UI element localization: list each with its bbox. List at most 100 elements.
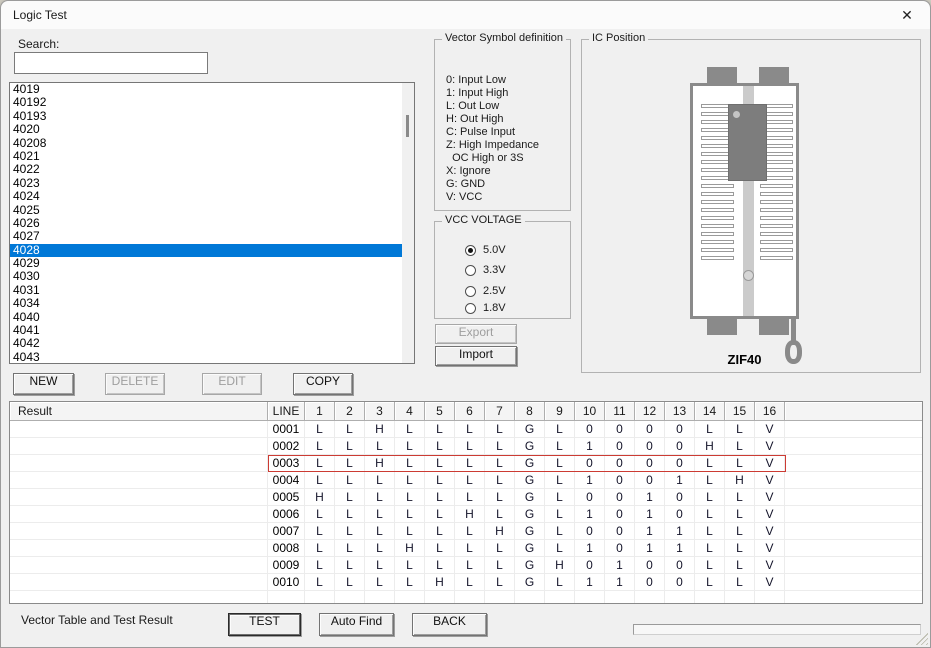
vector-cell: V xyxy=(755,438,785,455)
vector-cell: L xyxy=(545,421,575,438)
table-row[interactable]: 0006LLLLLHLGL1010LLV xyxy=(10,506,922,523)
result-cell xyxy=(10,574,268,591)
close-icon[interactable]: ✕ xyxy=(892,4,922,26)
vector-cell: L xyxy=(335,506,365,523)
ic-list-item[interactable]: 4019 xyxy=(10,83,402,96)
vector-cell: L xyxy=(455,472,485,489)
vcc-radio-1.8V[interactable]: 1.8V xyxy=(465,301,506,315)
pin-slot xyxy=(701,232,734,236)
radio-icon[interactable] xyxy=(465,245,476,256)
table-row[interactable]: 0004LLLLLLLGL1001LHV xyxy=(10,472,922,489)
vector-symbol-group-title: Vector Symbol definition xyxy=(442,32,566,44)
ic-list-item[interactable]: 4040 xyxy=(10,311,402,324)
ic-list-item[interactable]: 4042 xyxy=(10,337,402,350)
import-button[interactable]: Import xyxy=(435,346,517,366)
ic-list-item[interactable]: 4025 xyxy=(10,204,402,217)
ic-list-item[interactable]: 4024 xyxy=(10,190,402,203)
vector-cell: 0 xyxy=(635,574,665,591)
vector-cell: 1 xyxy=(635,523,665,540)
vcc-radio-2.5V[interactable]: 2.5V xyxy=(465,284,506,298)
ic-list-item[interactable]: 40208 xyxy=(10,137,402,150)
resize-grip-icon[interactable] xyxy=(916,633,928,645)
new-button[interactable]: NEW xyxy=(13,373,74,395)
test-button[interactable]: TEST xyxy=(228,613,301,636)
row-filler xyxy=(785,540,922,557)
radio-icon[interactable] xyxy=(465,303,476,314)
table-row[interactable]: 0001LLHLLLLGL0000LLV xyxy=(10,421,922,438)
ic-list-item[interactable]: 4022 xyxy=(10,163,402,176)
vcc-radio-3.3V[interactable]: 3.3V xyxy=(465,263,506,277)
ic-list-item[interactable]: 4027 xyxy=(10,230,402,243)
socket-screw-icon xyxy=(743,270,754,281)
ic-list-item[interactable]: 4030 xyxy=(10,270,402,283)
vector-cell: L xyxy=(395,574,425,591)
pin-column-header: 13 xyxy=(665,402,695,421)
pin-column-header: 7 xyxy=(485,402,515,421)
table-row[interactable]: 0003LLHLLLLGL0000LLV xyxy=(10,455,922,472)
vector-cell: L xyxy=(305,574,335,591)
vector-cell: 1 xyxy=(635,489,665,506)
vector-cell: V xyxy=(755,421,785,438)
ic-list-item[interactable]: 4043 xyxy=(10,351,402,364)
ic-list-item[interactable]: 40192 xyxy=(10,96,402,109)
vector-cell: G xyxy=(515,472,545,489)
scrollbar-thumb[interactable] xyxy=(406,115,409,137)
vector-cell: V xyxy=(755,489,785,506)
ic-list-item[interactable]: 4029 xyxy=(10,257,402,270)
vector-cell: L xyxy=(425,438,455,455)
vector-cell: L xyxy=(485,489,515,506)
ic-list-item[interactable]: 4023 xyxy=(10,177,402,190)
pin-slot xyxy=(701,248,734,252)
vector-cell: L xyxy=(695,574,725,591)
vector-cell: L xyxy=(395,438,425,455)
vector-cell: L xyxy=(395,523,425,540)
vector-cell: L xyxy=(695,421,725,438)
edit-button[interactable]: EDIT xyxy=(202,373,262,395)
vector-cell: L xyxy=(545,438,575,455)
result-table[interactable]: Result LINE 12345678910111213141516 0001… xyxy=(9,401,923,604)
vector-cell: H xyxy=(365,455,395,472)
copy-button[interactable]: COPY xyxy=(293,373,353,395)
table-row[interactable]: 0008LLLHLLLGL1011LLV xyxy=(10,540,922,557)
search-input[interactable] xyxy=(14,52,208,74)
ic-list-item[interactable]: 4041 xyxy=(10,324,402,337)
export-button[interactable]: Export xyxy=(435,324,517,344)
vector-cell: 0 xyxy=(665,574,695,591)
vector-cell: 0 xyxy=(665,421,695,438)
vector-cell: G xyxy=(515,489,545,506)
table-row[interactable]: 0010LLLLHLLGL1100LLV xyxy=(10,574,922,591)
table-row[interactable]: 0005HLLLLLLGL0010LLV xyxy=(10,489,922,506)
result-cell xyxy=(10,421,268,438)
ic-list-item[interactable]: 40193 xyxy=(10,110,402,123)
radio-icon[interactable] xyxy=(465,286,476,297)
auto-find-button[interactable]: Auto Find xyxy=(319,613,394,636)
ic-list-item[interactable]: 4028 xyxy=(10,244,402,257)
vector-cell: L xyxy=(365,472,395,489)
ic-list-item[interactable]: 4021 xyxy=(10,150,402,163)
ic-list-item[interactable]: 4020 xyxy=(10,123,402,136)
vector-cell: L xyxy=(425,421,455,438)
result-cell xyxy=(10,489,268,506)
pin-column-header: 6 xyxy=(455,402,485,421)
vector-cell: L xyxy=(335,438,365,455)
vcc-radio-5.0V[interactable]: 5.0V xyxy=(465,243,506,257)
table-row[interactable]: 0002LLLLLLLGL1000HLV xyxy=(10,438,922,455)
ic-list-item[interactable]: 4034 xyxy=(10,297,402,310)
result-cell xyxy=(10,540,268,557)
vector-cell: 0 xyxy=(605,506,635,523)
vector-cell: L xyxy=(695,489,725,506)
delete-button[interactable]: DELETE xyxy=(105,373,165,395)
ic-list[interactable]: 4019401924019340204020840214022402340244… xyxy=(9,82,415,364)
back-button[interactable]: BACK xyxy=(412,613,487,636)
table-row[interactable]: 0007LLLLLLHGL0011LLV xyxy=(10,523,922,540)
ic-list-scrollbar[interactable] xyxy=(402,83,414,363)
ic-list-item[interactable]: 4026 xyxy=(10,217,402,230)
vector-cell: 0 xyxy=(665,557,695,574)
ic-list-item[interactable]: 4031 xyxy=(10,284,402,297)
pin-slot xyxy=(760,256,793,260)
pin-slot xyxy=(760,184,793,188)
table-row[interactable]: 0009LLLLLLLGH0100LLV xyxy=(10,557,922,574)
vector-cell: V xyxy=(755,574,785,591)
socket-tab xyxy=(707,317,737,335)
radio-icon[interactable] xyxy=(465,265,476,276)
